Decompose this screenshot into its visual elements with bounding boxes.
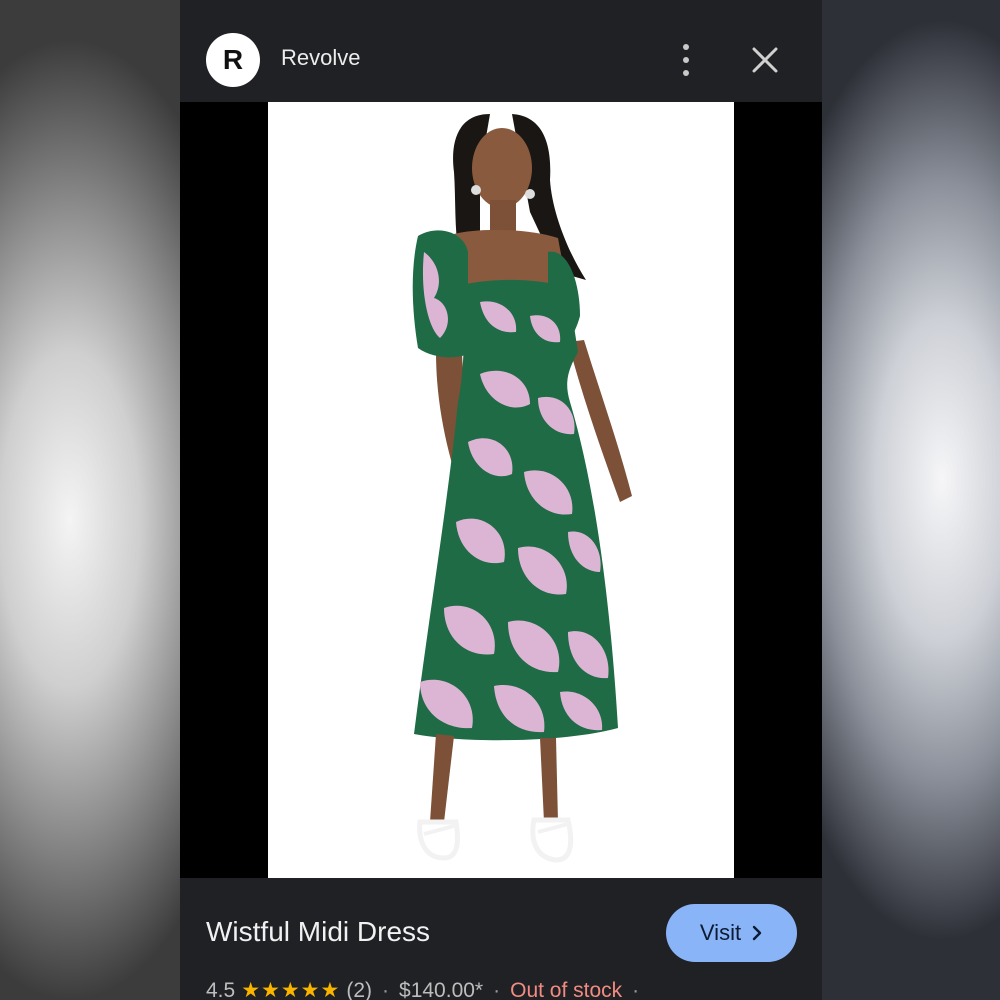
close-icon[interactable] xyxy=(750,45,780,75)
site-avatar[interactable]: R xyxy=(206,33,260,87)
product-meta: 4.5 ★★★★★ (2) · $140.00* · Out of stock … xyxy=(206,978,649,1000)
viewer-header: R Revolve xyxy=(180,0,822,102)
product-title[interactable]: Wistful Midi Dress xyxy=(206,916,430,948)
review-count: (2) xyxy=(346,978,373,1000)
separator-dot: · xyxy=(632,978,640,1000)
image-viewer-panel: R Revolve Wistful Midi Dress Visit 4.5 ★… xyxy=(180,0,822,1000)
background-blur-left xyxy=(0,0,180,1000)
background-blur-right xyxy=(822,0,1000,1000)
separator-dot: · xyxy=(382,978,390,1000)
image-preview-area xyxy=(180,102,822,878)
rating-stars: ★★★★★ xyxy=(241,979,341,1000)
product-price: $140.00* xyxy=(399,978,484,1000)
visit-label: Visit xyxy=(699,920,742,945)
rating-value: 4.5 xyxy=(206,978,236,1000)
stock-status: Out of stock xyxy=(510,978,623,1000)
separator-dot: · xyxy=(493,978,501,1000)
avatar-letter: R xyxy=(222,44,244,75)
site-name[interactable]: Revolve xyxy=(281,45,360,71)
product-photo[interactable] xyxy=(268,102,734,878)
chevron-right-icon xyxy=(752,925,762,941)
visit-button[interactable]: Visit xyxy=(666,904,797,962)
more-vert-icon[interactable] xyxy=(674,44,698,76)
product-info-bar: Wistful Midi Dress Visit 4.5 ★★★★★ (2) ·… xyxy=(180,878,822,1000)
